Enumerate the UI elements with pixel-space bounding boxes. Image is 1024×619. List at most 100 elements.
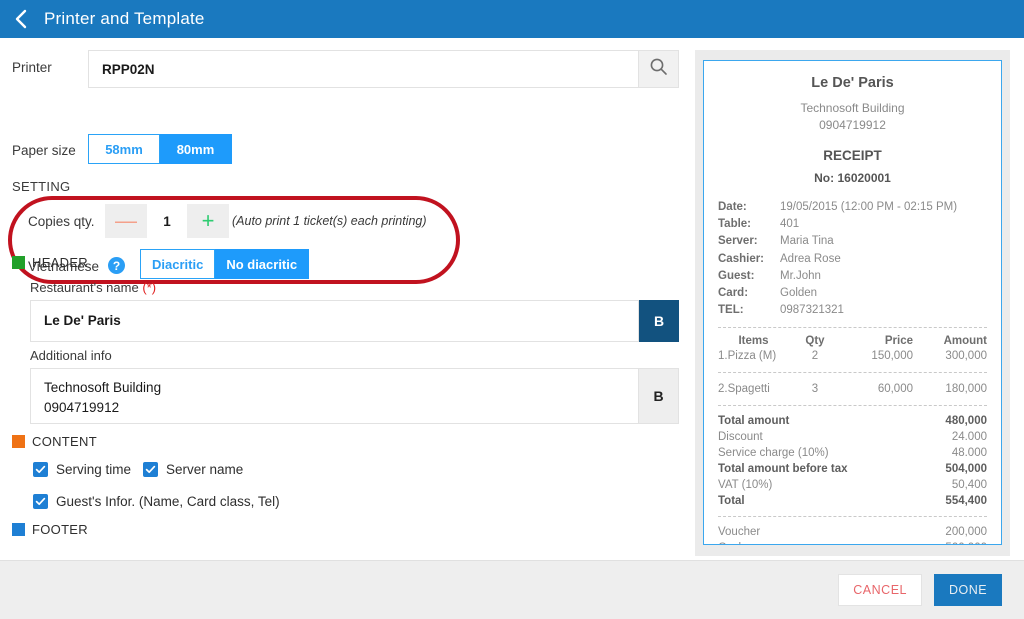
printer-input[interactable]: RPP02N [88,50,639,88]
item-name: 1.Pizza (M) [718,349,777,362]
receipt-item-row: 1.Pizza (M) 2 150,000 300,000 [718,347,987,365]
receipt-totals: Total amount 480,000 Discount 24.000 Ser… [718,413,987,509]
column-items: Items [738,334,769,347]
total-value: 48.000 [951,446,987,459]
checkbox-serving-time[interactable]: Serving time [33,462,131,477]
restaurant-name-input[interactable]: Le De' Paris [30,300,639,342]
paper-size-80mm[interactable]: 80mm [160,134,232,164]
receipt-address-line2: 0904719912 [819,118,886,133]
item-price: 60,000 [877,382,913,395]
checkbox-label: Server name [166,462,244,477]
receipt-payments: Voucher 200,000 Cash 500,000 Return 145,… [718,524,987,544]
settings-scroll-pane[interactable]: Printer RPP02N Paper size 58mm 80mm SETT… [0,38,683,560]
header-section-title: HEADER [12,255,88,270]
back-button[interactable] [0,0,42,38]
receipt-restaurant-name: Le De' Paris [811,75,894,91]
checkbox-server-name[interactable]: Server name [143,462,243,477]
restaurant-name-label: Restaurant's name (*) [30,280,157,295]
paper-size-toggle[interactable]: 58mm 80mm [88,134,232,164]
total-row: Service charge (10%) 48.000 [718,445,987,461]
receipt-info-row: Guest: Mr.John [718,268,987,285]
done-button[interactable]: DONE [934,574,1002,606]
printer-label: Printer [12,60,52,75]
restaurant-name-field-group[interactable]: Le De' Paris B [30,300,679,342]
receipt-card: Le De' Paris Technosoft Building 0904719… [703,60,1002,545]
paper-size-label: Paper size [12,143,76,158]
search-icon [649,57,668,81]
total-value: 24.000 [951,430,987,443]
divider [718,515,987,517]
total-value: 504,000 [945,462,987,475]
footer-section-title: FOOTER [12,522,88,537]
copies-quantity-stepper[interactable]: — 1 + [105,204,229,238]
total-row: Total 554,400 [718,493,987,509]
setting-section-label: SETTING [12,179,71,194]
total-label: VAT (10%) [718,478,773,491]
item-qty: 2 [811,349,819,362]
additional-info-input[interactable]: Technosoft Building 0904719912 [30,368,639,424]
checkbox-guest-infor[interactable]: Guest's Infor. (Name, Card class, Tel) [33,494,280,509]
divider [718,326,987,328]
info-key: Card: [718,287,749,300]
copies-decrement-button[interactable]: — [105,204,147,238]
info-key: Guest: [718,269,755,282]
header-section-chip-icon [12,256,25,269]
total-row: Discount 24.000 [718,429,987,445]
column-amount: Amount [943,334,987,347]
payment-value: 500,000 [945,542,987,544]
receipt-title: RECEIPT [823,147,882,163]
additional-info-bold-button[interactable]: B [639,368,679,424]
receipt-item-row: 2.Spagetti 3 60,000 180,000 [718,380,987,398]
item-qty: 3 [811,382,819,395]
info-key: Server: [718,235,758,248]
info-key: TEL: [718,304,744,317]
receipt-preview-backdrop: Le De' Paris Technosoft Building 0904719… [695,50,1010,556]
additional-info-field-group[interactable]: Technosoft Building 0904719912 B [30,368,679,424]
total-label: Total amount [718,414,790,427]
copies-qty-label: Copies qty. [28,214,95,229]
receipt-info-row: TEL: 0987321321 [718,302,987,319]
checkbox-label: Serving time [56,462,132,477]
info-value: 19/05/2015 (12:00 PM - 02:15 PM) [780,200,958,213]
total-value: 554,400 [945,494,987,507]
receipt-preview-pane: Le De' Paris Technosoft Building 0904719… [683,38,1024,560]
receipt-table-header: Items Qty Price Amount [718,335,987,347]
total-label: Discount [718,430,763,443]
receipt-info-row: Server: Maria Tina [718,233,987,250]
info-value: Golden [780,287,818,300]
app-bar: Printer and Template [0,0,1024,38]
divider [718,371,987,373]
info-key: Table: [718,218,752,231]
paper-size-58mm[interactable]: 58mm [88,134,160,164]
printer-search-button[interactable] [639,50,679,88]
additional-info-label: Additional info [30,348,112,363]
receipt-info-row: Cashier: Adrea Rose [718,251,987,268]
required-marker: (*) [142,280,157,295]
total-label: Total amount before tax [718,462,848,475]
checkbox-checked-icon[interactable] [143,462,158,477]
checkbox-checked-icon[interactable] [33,462,48,477]
diacritic-toggle[interactable]: Diacritic No diacritic [140,249,310,279]
content-section-title: CONTENT [12,434,97,449]
copies-value[interactable]: 1 [147,204,187,238]
checkbox-checked-icon[interactable] [33,494,48,509]
restaurant-name-bold-button[interactable]: B [639,300,679,342]
printer-template-screen: Printer and Template Printer RPP02N Pape… [0,0,1024,619]
column-qty: Qty [805,334,825,347]
no-diacritic-option[interactable]: No diacritic [215,249,310,279]
payment-row: Cash 500,000 [718,540,987,544]
total-row: Total amount before tax 504,000 [718,461,987,477]
info-key: Cashier: [718,252,765,265]
total-label: Service charge (10%) [718,446,829,459]
info-value: Adrea Rose [780,252,841,265]
column-price: Price [884,334,913,347]
cancel-button[interactable]: CANCEL [838,574,922,606]
payment-row: Voucher 200,000 [718,524,987,540]
help-icon[interactable]: ? [108,257,125,274]
payment-value: 200,000 [945,525,987,538]
diacritic-option[interactable]: Diacritic [140,249,216,279]
total-label: Total [718,494,745,507]
total-value: 480,000 [945,414,987,427]
total-value: 50,400 [951,478,987,491]
copies-increment-button[interactable]: + [187,204,229,238]
